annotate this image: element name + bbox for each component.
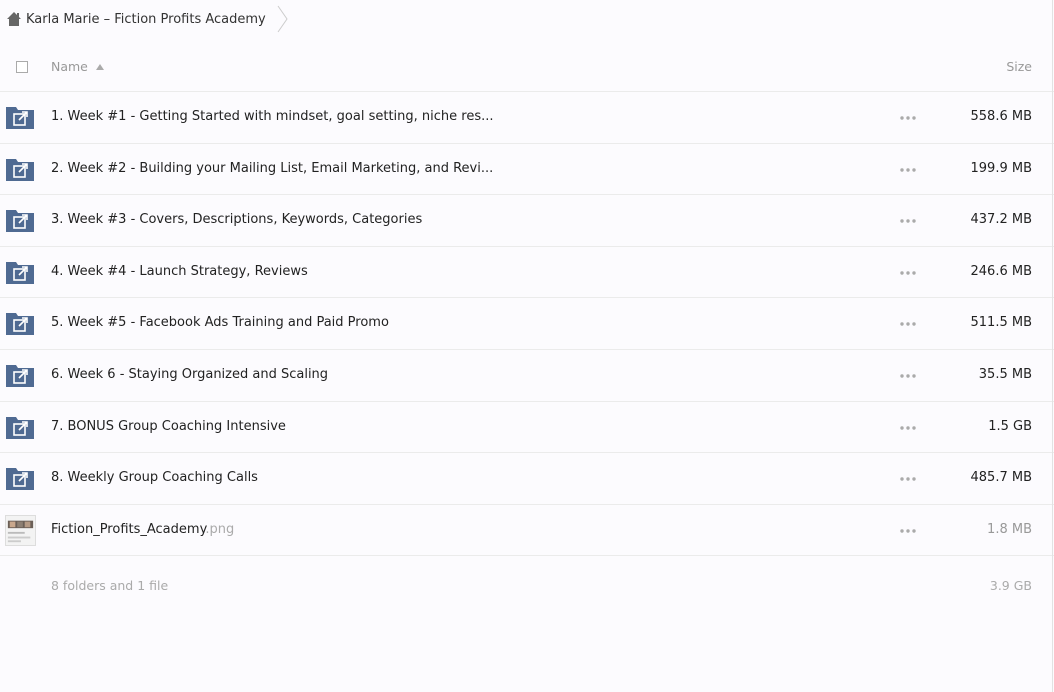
- shared-folder-icon: [6, 210, 34, 233]
- chevron-right-icon: [277, 5, 288, 33]
- item-size: 35.5 MB: [978, 366, 1032, 382]
- item-count: 8 folders and 1 file: [51, 578, 169, 593]
- folder-name[interactable]: 5. Week #5 - Facebook Ads Training and P…: [51, 315, 389, 330]
- breadcrumb: Karla Marie – Fiction Profits Academy: [0, 0, 1054, 38]
- folder-row[interactable]: 7. BONUS Group Coaching Intensive 1.5 GB: [0, 402, 1054, 454]
- shared-folder-icon: [6, 416, 34, 439]
- home-icon[interactable]: [6, 11, 22, 27]
- more-options-icon[interactable]: [900, 425, 916, 430]
- folder-name[interactable]: 2. Week #2 - Building your Mailing List,…: [51, 161, 493, 176]
- more-options-icon[interactable]: [900, 116, 916, 120]
- select-all-checkbox[interactable]: [16, 61, 28, 73]
- scroll-edge: [1052, 0, 1053, 692]
- sort-ascending-icon: [95, 63, 104, 70]
- shared-folder-icon: [6, 158, 34, 181]
- item-size: 511.5 MB: [970, 315, 1032, 331]
- shared-folder-icon: [6, 261, 34, 284]
- item-size: 437.2 MB: [970, 212, 1032, 228]
- more-options-icon[interactable]: [900, 167, 916, 172]
- folder-name[interactable]: 4. Week #4 - Launch Strategy, Reviews: [51, 264, 308, 279]
- total-size: 3.9 GB: [989, 578, 1032, 593]
- more-options-icon[interactable]: [900, 271, 916, 275]
- folder-row[interactable]: 5. Week #5 - Facebook Ads Training and P…: [0, 298, 1054, 350]
- more-options-icon[interactable]: [900, 477, 916, 481]
- sort-by-name-button[interactable]: Name: [51, 59, 104, 74]
- folder-row[interactable]: 3. Week #3 - Covers, Descriptions, Keywo…: [0, 195, 1054, 247]
- shared-folder-icon: [6, 107, 34, 129]
- item-size: 485.7 MB: [970, 470, 1032, 486]
- folder-row[interactable]: 4. Week #4 - Launch Strategy, Reviews 24…: [0, 247, 1054, 299]
- folder-row[interactable]: 2. Week #2 - Building your Mailing List,…: [0, 144, 1054, 196]
- image-thumbnail-icon: [5, 514, 36, 546]
- list-summary: 8 folders and 1 file 3.9 GB: [0, 574, 1054, 600]
- shared-folder-icon: [6, 313, 34, 336]
- shared-folder-icon: [6, 364, 34, 387]
- folder-row[interactable]: 8. Weekly Group Coaching Calls 485.7 MB: [0, 453, 1054, 505]
- item-size: 1.5 GB: [988, 418, 1032, 434]
- more-options-icon[interactable]: [900, 374, 916, 378]
- breadcrumb-title[interactable]: Karla Marie – Fiction Profits Academy: [26, 12, 266, 27]
- folder-name[interactable]: 7. BONUS Group Coaching Intensive: [51, 419, 286, 434]
- folder-row[interactable]: 1. Week #1 - Getting Started with mindse…: [0, 92, 1054, 144]
- folder-name[interactable]: 1. Week #1 - Getting Started with mindse…: [51, 109, 494, 124]
- file-extension: .png: [205, 521, 235, 537]
- file-basename: Fiction_Profits_Academy: [51, 521, 206, 537]
- size-column-label[interactable]: Size: [1006, 59, 1032, 74]
- folder-name[interactable]: 6. Week 6 - Staying Organized and Scalin…: [51, 367, 328, 382]
- name-column-label: Name: [51, 59, 88, 74]
- file-name[interactable]: Fiction_Profits_Academy.png: [51, 522, 234, 537]
- item-size: 558.6 MB: [970, 109, 1032, 124]
- item-size: 199.9 MB: [970, 160, 1032, 176]
- more-options-icon[interactable]: [900, 529, 916, 533]
- more-options-icon[interactable]: [900, 322, 916, 327]
- file-row[interactable]: Fiction_Profits_Academy.png 1.8 MB: [0, 505, 1054, 557]
- more-options-icon[interactable]: [900, 219, 916, 223]
- folder-name[interactable]: 3. Week #3 - Covers, Descriptions, Keywo…: [51, 212, 422, 227]
- file-list: 1. Week #1 - Getting Started with mindse…: [0, 92, 1054, 557]
- folder-row[interactable]: 6. Week 6 - Staying Organized and Scalin…: [0, 350, 1054, 402]
- item-size: 246.6 MB: [970, 263, 1032, 279]
- folder-name[interactable]: 8. Weekly Group Coaching Calls: [51, 470, 258, 485]
- item-size: 1.8 MB: [987, 521, 1032, 537]
- shared-folder-icon: [6, 468, 34, 491]
- list-header: Name Size: [0, 42, 1054, 92]
